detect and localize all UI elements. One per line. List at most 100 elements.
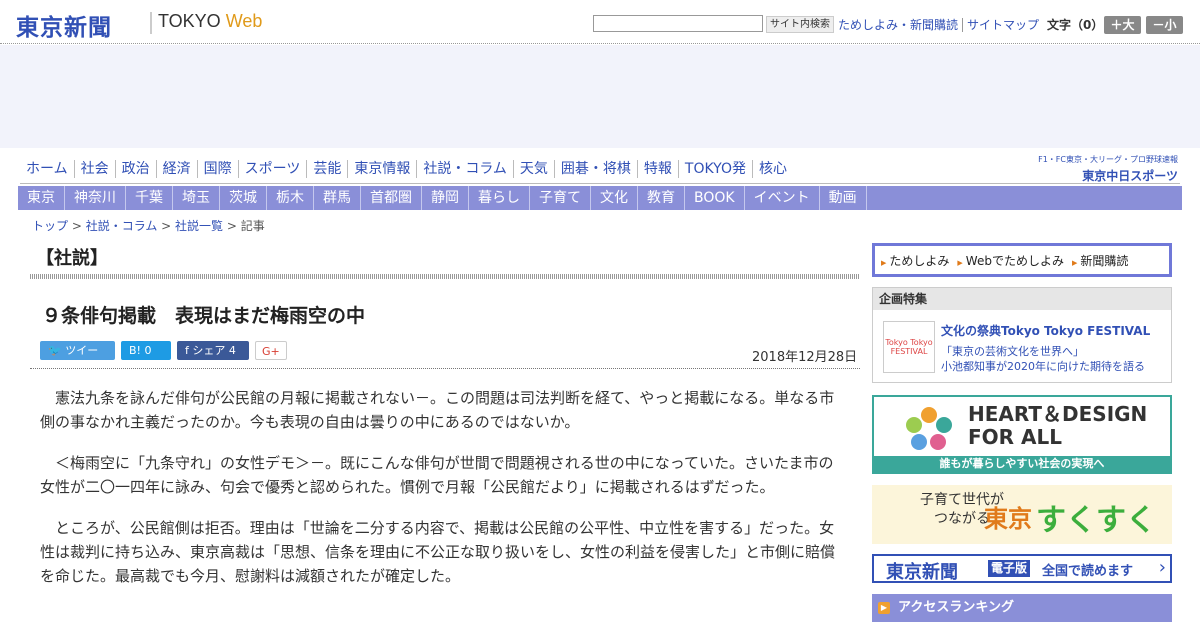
subnav-item[interactable]: 教育 [638,186,685,210]
sitemap-link[interactable]: サイトマップ [962,18,1044,32]
nav-item-go-shogi[interactable]: 囲碁・将棋 [553,160,637,178]
sub-nav: 東京 神奈川 千葉 埼玉 茨城 栃木 群馬 首都圏 静岡 暮らし 子育て 文化 … [18,186,1182,210]
feature-box: 企画特集 Tokyo Tokyo FESTIVAL 文化の祭典Tokyo Tok… [872,287,1172,383]
breadcrumb-editorial[interactable]: 社説・コラム [86,219,158,233]
nav-divider [20,183,1180,184]
twitter-icon: 🐦 [48,344,62,357]
heart-design-caption: 誰もが暮らしやすい社会の実現へ [874,456,1170,472]
subnav-item[interactable]: BOOK [685,186,745,210]
breadcrumb-sep: > [223,219,241,233]
heart-design-title: HEART＆DESIGN FOR ALL [968,403,1147,449]
logo-divider [150,12,152,34]
section-heading: 【社説】 [36,248,108,269]
share-buttons: 🐦 ツイート B! 0 f シェア 4 G+ [40,341,287,376]
subnav-item[interactable]: イベント [745,186,820,210]
font-smaller-button[interactable]: －小 [1146,16,1183,34]
digital-logo: 東京新聞 [886,562,958,583]
nav-item-international[interactable]: 国際 [196,160,238,178]
nav-item-entertainment[interactable]: 芸能 [306,160,347,178]
article-title: ９条俳句掲載 表現はまだ梅雨空の中 [42,305,366,327]
breadcrumb: トップ > 社説・コラム > 社説一覧 > 記事 [32,217,265,234]
ad-banner-area [0,45,1200,148]
article-paragraph: 憲法九条を詠んだ俳句が公民館の月報に掲載されない－。この問題は司法判断を経て、や… [40,389,835,431]
nav-item-editorial[interactable]: 社説・コラム [416,160,513,178]
nav-item-politics[interactable]: 政治 [114,160,156,178]
article-paragraph: ＜梅雨空に「九条守れ」の女性デモ＞－。既にこんな俳句が世間で問題視される世の中に… [40,454,834,496]
breadcrumb-current: 記事 [240,219,265,233]
nav-item-tokyo-info[interactable]: 東京情報 [347,160,416,178]
subscription-links: ためしよみ Webでためしよみ 新聞購読 [872,243,1172,277]
hatena-bookmark-button[interactable]: B! 0 [121,341,171,360]
subnav-item[interactable]: 暮らし [469,186,530,210]
facebook-share-button[interactable]: f シェア 4 [177,341,249,360]
sukusuku-banner[interactable]: 子育て世代が つながる 東京 すくすく [872,485,1172,544]
digital-edition-banner[interactable]: 東京新聞 電子版 全国で読めます › [872,554,1172,583]
sukusuku-tokyo: 東京 [984,505,1032,533]
subnav-item[interactable]: 千葉 [126,186,173,210]
logo-en-accent: Web [225,11,263,31]
google-plus-button[interactable]: G+ [255,341,287,360]
nav-item-tokyo-hatsu[interactable]: TOKYO発 [677,160,752,178]
section-divider [30,274,860,279]
ranking-icon: ▶ [878,602,890,614]
subnav-item[interactable]: 群馬 [314,186,361,210]
feature-desc-line: 小池都知事が2020年に向けた期待を語る [941,360,1145,373]
header-links: ためしよみ・新聞購読 サイトマップ [834,16,1044,33]
heart-design-line: HEART＆DESIGN [968,402,1148,426]
digital-text: 全国で読めます [1042,564,1134,579]
flower-logo-icon [906,407,952,450]
breadcrumb-top[interactable]: トップ [32,219,68,233]
sports-banner-title: 東京中日スポーツ [1082,169,1178,183]
access-ranking-heading: ▶ アクセスランキング [872,594,1172,622]
subnav-item[interactable]: 首都圏 [361,186,422,210]
web-trial-link[interactable]: Webでためしよみ [957,252,1064,269]
article-paragraph: ところが、公民館側は拒否。理由は「世論を二分する内容で、掲載は公民館の公平性、中… [40,519,836,585]
heart-design-banner[interactable]: HEART＆DESIGN FOR ALL 誰もが暮らしやすい社会の実現へ [872,395,1172,474]
feature-desc-line: 「東京の芸術文化を世界へ」 [941,345,1084,358]
logo-en-main: TOKYO [158,11,226,31]
tweet-button[interactable]: 🐦 ツイート [40,341,115,376]
access-ranking-label: アクセスランキング [898,600,1014,615]
search-input[interactable] [593,15,763,32]
site-logo[interactable]: 東京新聞 [16,8,112,42]
breadcrumb-editorial-list[interactable]: 社説一覧 [175,219,223,233]
sports-banner[interactable]: F1・FC東京・大リーグ・プロ野球速報 東京中日スポーツ [1026,154,1178,184]
subnav-item[interactable]: 神奈川 [65,186,126,210]
facebook-icon: f [185,344,189,357]
nav-item-society[interactable]: 社会 [73,160,115,178]
chevron-right-icon: › [1158,557,1166,578]
article-date: 2018年12月28日 [752,350,858,365]
nav-item-sports[interactable]: スポーツ [237,160,307,178]
subnav-item[interactable]: 静岡 [422,186,469,210]
subnav-item[interactable]: 栃木 [267,186,314,210]
font-bigger-button[interactable]: ＋大 [1104,16,1141,34]
article-body: 憲法九条を詠んだ俳句が公民館の月報に掲載されない－。この問題は司法判断を経て、や… [40,386,840,605]
facebook-share-label: シェア 4 [192,344,236,357]
site-logo-en[interactable]: TOKYO Web [158,11,262,32]
site-header: 東京新聞 TOKYO Web サイト内検索 ためしよみ・新聞購読 サイトマップ 文… [0,0,1200,44]
festival-thumbnail[interactable]: Tokyo Tokyo FESTIVAL [883,321,935,373]
subnav-item[interactable]: 埼玉 [173,186,220,210]
trial-read-link[interactable]: ためしよみ [881,252,949,269]
search-button[interactable]: サイト内検索 [766,16,834,33]
subnav-item[interactable]: 東京 [18,186,65,210]
sukusuku-title: すくすく [1036,503,1156,538]
nav-item-kakushin[interactable]: 核心 [751,160,793,178]
sports-banner-sub: F1・FC東京・大リーグ・プロ野球速報 [1038,155,1178,164]
nav-item-tokuho[interactable]: 特報 [636,160,678,178]
nav-item-economy[interactable]: 経済 [155,160,197,178]
digital-badge: 電子版 [988,560,1031,577]
subnav-item[interactable]: 子育て [530,186,591,210]
subnav-item[interactable]: 文化 [591,186,638,210]
feature-desc[interactable]: 「東京の芸術文化を世界へ」小池都知事が2020年に向けた期待を語る [941,344,1145,374]
breadcrumb-sep: > [68,219,86,233]
heart-design-line: FOR ALL [968,425,1062,449]
main-nav: ホーム 社会 政治 経済 国際 スポーツ 芸能 東京情報 社説・コラム 天気 囲碁・将棋 特報 TOKY… [20,160,793,182]
nav-item-weather[interactable]: 天気 [512,160,554,178]
subnav-item[interactable]: 動画 [820,186,867,210]
feature-title-link[interactable]: 文化の祭典Tokyo Tokyo FESTIVAL [941,322,1150,339]
subnav-item[interactable]: 茨城 [220,186,267,210]
subscribe-link[interactable]: 新聞購読 [1072,252,1128,269]
trial-subscribe-link[interactable]: ためしよみ・新聞購読 [834,18,962,32]
nav-item-home[interactable]: ホーム [20,160,74,178]
